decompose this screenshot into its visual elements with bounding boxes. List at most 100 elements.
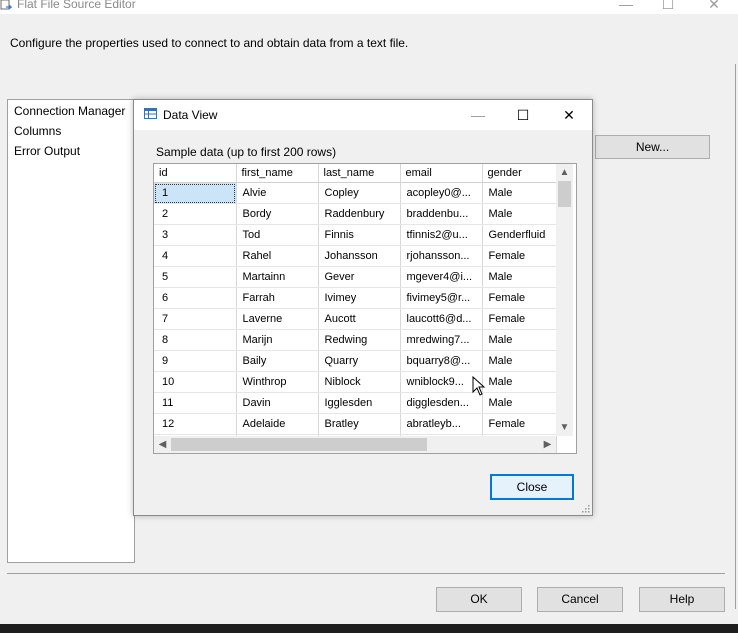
scroll-right-arrow-icon[interactable]: ▶ xyxy=(539,436,556,453)
cell-first-name[interactable]: Farrah xyxy=(236,287,319,309)
cell-last-name[interactable]: Ivimey xyxy=(318,287,401,309)
cell-gender[interactable]: Female xyxy=(482,245,557,267)
dialog-close-button[interactable]: ✕ xyxy=(546,100,592,130)
minimize-button[interactable]: — xyxy=(611,0,641,12)
maximize-button[interactable]: ☐ xyxy=(653,0,683,12)
cell-email[interactable]: braddenbu... xyxy=(400,203,483,225)
cell-first-name[interactable]: Bordy xyxy=(236,203,319,225)
vertical-scrollbar[interactable]: ▲ ▼ xyxy=(556,164,573,436)
cell-gender[interactable]: Male xyxy=(482,266,557,288)
table-row[interactable]: 5 Martainn Gever mgever4@i... Male xyxy=(154,266,557,288)
dialog-maximize-button[interactable]: ☐ xyxy=(500,100,546,130)
cell-email[interactable]: rjohansson... xyxy=(400,245,483,267)
table-row[interactable]: 6 Farrah Ivimey fivimey5@r... Female xyxy=(154,287,557,309)
cell-id[interactable]: 1 xyxy=(154,182,237,204)
cell-gender[interactable]: Female xyxy=(482,287,557,309)
cell-last-name[interactable]: Copley xyxy=(318,182,401,204)
cell-email[interactable]: wniblock9... xyxy=(400,371,483,393)
resize-grip-icon[interactable] xyxy=(580,503,590,513)
nav-item-columns[interactable]: Columns xyxy=(14,124,61,138)
column-header-email[interactable]: email xyxy=(400,164,483,183)
help-button[interactable]: Help xyxy=(639,587,725,612)
cell-last-name[interactable]: Johansson xyxy=(318,245,401,267)
table-row[interactable]: 1 Alvie Copley acopley0@... Male xyxy=(154,182,557,204)
table-row[interactable]: 3 Tod Finnis tfinnis2@u... Genderfluid xyxy=(154,224,557,246)
cancel-button[interactable]: Cancel xyxy=(537,587,623,612)
table-row[interactable]: 10 Winthrop Niblock wniblock9... Male xyxy=(154,371,557,393)
nav-item-connection-manager[interactable]: Connection Manager xyxy=(14,104,125,118)
table-row[interactable]: 7 Laverne Aucott laucott6@d... Female xyxy=(154,308,557,330)
window-close-button[interactable]: ✕ xyxy=(699,0,729,12)
data-grid[interactable]: id first_name last_name email gender 1 Al… xyxy=(153,163,577,454)
horizontal-scrollbar[interactable]: ◀ ▶ xyxy=(154,436,556,453)
cell-id[interactable]: 6 xyxy=(154,287,237,309)
cell-gender[interactable]: Genderfluid xyxy=(482,224,557,246)
scroll-up-arrow-icon[interactable]: ▲ xyxy=(556,164,573,181)
cell-gender[interactable]: Male xyxy=(482,182,557,204)
cell-last-name[interactable]: Raddenbury xyxy=(318,203,401,225)
cell-email[interactable]: tfinnis2@u... xyxy=(400,224,483,246)
cell-id[interactable]: 8 xyxy=(154,329,237,351)
column-header-last-name[interactable]: last_name xyxy=(318,164,401,183)
table-row[interactable]: 12 Adelaide Bratley abratleyb... Female xyxy=(154,413,557,435)
cell-gender[interactable]: Male xyxy=(482,350,557,372)
cell-first-name[interactable]: Martainn xyxy=(236,266,319,288)
column-header-id[interactable]: id xyxy=(154,164,237,183)
vertical-scroll-thumb[interactable] xyxy=(558,181,571,207)
ok-button[interactable]: OK xyxy=(436,587,522,612)
table-row[interactable]: 2 Bordy Raddenbury braddenbu... Male xyxy=(154,203,557,225)
cell-id[interactable]: 3 xyxy=(154,224,237,246)
cell-email[interactable]: laucott6@d... xyxy=(400,308,483,330)
cell-id[interactable]: 12 xyxy=(154,413,237,435)
cell-email[interactable]: bquarry8@... xyxy=(400,350,483,372)
cell-email[interactable]: mgever4@i... xyxy=(400,266,483,288)
cell-id[interactable]: 9 xyxy=(154,350,237,372)
cell-last-name[interactable]: Quarry xyxy=(318,350,401,372)
new-button[interactable]: New... xyxy=(595,135,710,159)
cell-gender[interactable]: Male xyxy=(482,392,557,414)
cell-last-name[interactable]: Igglesden xyxy=(318,392,401,414)
cell-id[interactable]: 11 xyxy=(154,392,237,414)
cell-email[interactable]: abratleyb... xyxy=(400,413,483,435)
cell-gender[interactable]: Female xyxy=(482,413,557,435)
cell-last-name[interactable]: Gever xyxy=(318,266,401,288)
dialog-minimize-button[interactable]: — xyxy=(455,100,501,130)
cell-first-name[interactable]: Tod xyxy=(236,224,319,246)
cell-email[interactable]: digglesden... xyxy=(400,392,483,414)
horizontal-scroll-thumb[interactable] xyxy=(171,438,427,451)
cell-last-name[interactable]: Finnis xyxy=(318,224,401,246)
cell-first-name[interactable]: Laverne xyxy=(236,308,319,330)
cell-last-name[interactable]: Niblock xyxy=(318,371,401,393)
cell-first-name[interactable]: Baily xyxy=(236,350,319,372)
nav-item-error-output[interactable]: Error Output xyxy=(14,144,80,158)
cell-id[interactable]: 10 xyxy=(154,371,237,393)
cell-first-name[interactable]: Alvie xyxy=(236,182,319,204)
cell-first-name[interactable]: Rahel xyxy=(236,245,319,267)
cell-id[interactable]: 4 xyxy=(154,245,237,267)
cell-id[interactable]: 7 xyxy=(154,308,237,330)
cell-last-name[interactable]: Bratley xyxy=(318,413,401,435)
cell-gender[interactable]: Male xyxy=(482,203,557,225)
cell-first-name[interactable]: Marijn xyxy=(236,329,319,351)
cell-first-name[interactable]: Adelaide xyxy=(236,413,319,435)
table-row[interactable]: 8 Marijn Redwing mredwing7... Male xyxy=(154,329,557,351)
cell-id[interactable]: 2 xyxy=(154,203,237,225)
table-row[interactable]: 9 Baily Quarry bquarry8@... Male xyxy=(154,350,557,372)
cell-gender[interactable]: Male xyxy=(482,371,557,393)
cell-email[interactable]: acopley0@... xyxy=(400,182,483,204)
cell-first-name[interactable]: Winthrop xyxy=(236,371,319,393)
cell-gender[interactable]: Male xyxy=(482,329,557,351)
scroll-left-arrow-icon[interactable]: ◀ xyxy=(154,436,171,453)
table-row[interactable]: 4 Rahel Johansson rjohansson... Female xyxy=(154,245,557,267)
cell-last-name[interactable]: Aucott xyxy=(318,308,401,330)
cell-first-name[interactable]: Davin xyxy=(236,392,319,414)
cell-id[interactable]: 5 xyxy=(154,266,237,288)
column-header-first-name[interactable]: first_name xyxy=(236,164,319,183)
cell-last-name[interactable]: Redwing xyxy=(318,329,401,351)
scroll-down-arrow-icon[interactable]: ▼ xyxy=(556,419,573,436)
cell-email[interactable]: mredwing7... xyxy=(400,329,483,351)
cell-gender[interactable]: Female xyxy=(482,308,557,330)
table-row[interactable]: 11 Davin Igglesden digglesden... Male xyxy=(154,392,557,414)
column-header-gender[interactable]: gender xyxy=(482,164,557,183)
cell-email[interactable]: fivimey5@r... xyxy=(400,287,483,309)
